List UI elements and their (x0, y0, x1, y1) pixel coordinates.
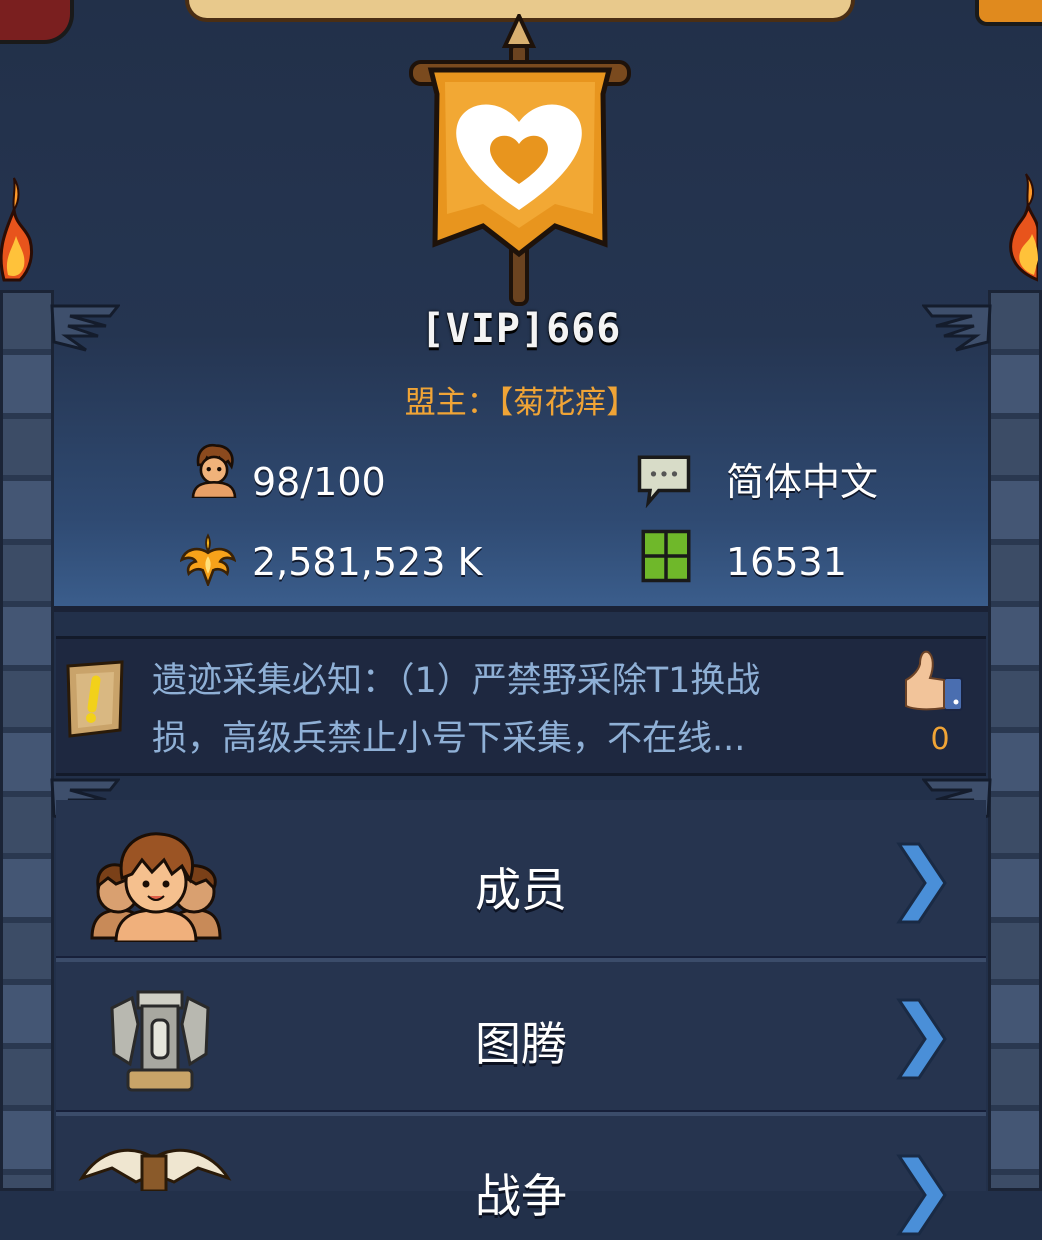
divider (54, 606, 988, 612)
alliance-power: 2,581,523 K (252, 540, 483, 584)
chevron-right-icon[interactable] (893, 1150, 949, 1240)
phoenix-power-icon (180, 533, 236, 586)
chat-language-icon (637, 455, 691, 508)
territory-icon (641, 529, 691, 583)
menu-label: 成员 (475, 863, 567, 917)
thumbs-up-icon[interactable] (900, 648, 966, 714)
alliance-emblem[interactable] (405, 14, 635, 309)
leader-name[interactable]: 【菊花痒】 (498, 385, 638, 421)
leader-label: 盟主： (404, 385, 498, 421)
member-count-icon (191, 443, 237, 498)
menu-label: 战争 (475, 1169, 567, 1223)
alliance-leader[interactable]: 盟主：【菊花痒】 (0, 377, 1042, 422)
like-count: 0 (930, 722, 950, 757)
notice-text: 遗迹采集必知：（1）严禁野采除T1换战 损，高级兵禁止小号下采集，不在线... (152, 652, 892, 768)
chevron-right-icon[interactable] (893, 838, 949, 928)
torch-flame-icon (1009, 173, 1038, 282)
territory-count: 16531 (726, 540, 847, 584)
notice-text-line: 损，高级兵禁止小号下采集，不在线... (152, 719, 746, 759)
notice-text-line: 遗迹采集必知：（1）严禁野采除T1换战 (152, 661, 761, 701)
member-count: 98/100 (252, 460, 386, 504)
chevron-right-icon[interactable] (893, 994, 949, 1084)
top-right-decoration (975, 0, 1042, 26)
notice-scroll-icon (66, 660, 124, 738)
alliance-name: [VIP]666 (420, 306, 622, 352)
menu-label: 图腾 (475, 1017, 567, 1071)
torch-flame-icon (0, 177, 34, 282)
language: 简体中文 (726, 460, 879, 504)
